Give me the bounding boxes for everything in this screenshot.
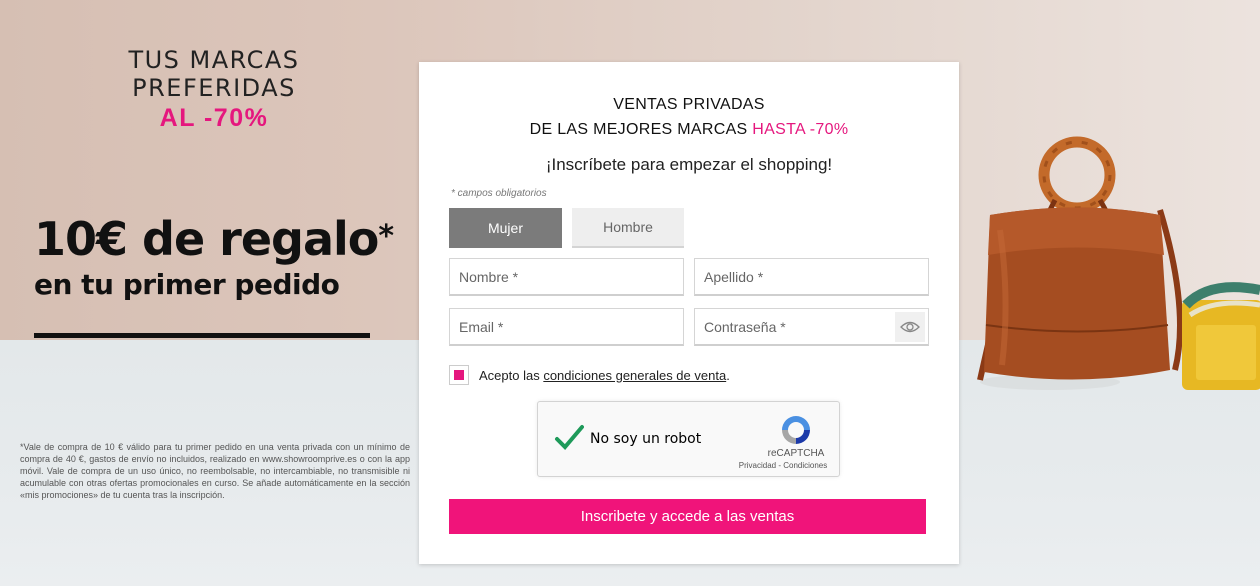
card-title-line1: VENTAS PRIVADAS bbox=[613, 96, 765, 113]
captcha-label: No soy un robot bbox=[590, 431, 702, 447]
card-title-highlight: HASTA -70% bbox=[752, 121, 849, 138]
terms-row: Acepto las condiciones generales de vent… bbox=[449, 365, 730, 385]
captcha-terms-link[interactable]: Condiciones bbox=[783, 461, 827, 470]
signup-card: VENTAS PRIVADAS DE LAS MEJORES MARCAS HA… bbox=[419, 62, 959, 564]
email-field bbox=[449, 308, 684, 346]
promo-header: TUS MARCAS PREFERIDAS AL -70% bbox=[44, 46, 384, 133]
terms-suffix: . bbox=[726, 367, 730, 383]
first-name-field bbox=[449, 258, 684, 296]
gift-amount-text: 10€ de regalo bbox=[34, 212, 379, 266]
recaptcha-widget: No soy un robot reCAPTCHA Privacidad - C… bbox=[537, 401, 840, 477]
gender-option-mujer[interactable]: Mujer bbox=[449, 208, 562, 248]
gift-subline: en tu primer pedido bbox=[34, 268, 340, 301]
first-name-input[interactable] bbox=[450, 259, 683, 294]
handbag-image bbox=[900, 136, 1260, 390]
legal-disclaimer: *Vale de compra de 10 € válido para tu p… bbox=[20, 442, 410, 500]
terms-prefix: Acepto las bbox=[479, 367, 540, 383]
checkmark-icon[interactable] bbox=[554, 424, 584, 452]
signup-submit-button[interactable]: Inscribete y accede a las ventas bbox=[449, 499, 926, 534]
password-input[interactable] bbox=[695, 309, 895, 344]
captcha-links: Privacidad - Condiciones bbox=[734, 461, 832, 470]
card-title-prefix: DE LAS MEJORES MARCAS bbox=[529, 121, 753, 138]
required-fields-note: * campos obligatorios bbox=[451, 188, 547, 199]
captcha-privacy-link[interactable]: Privacidad bbox=[739, 461, 776, 470]
terms-link[interactable]: condiciones generales de venta bbox=[543, 368, 726, 383]
show-password-button[interactable] bbox=[895, 312, 925, 342]
eye-icon bbox=[900, 321, 920, 333]
terms-checkbox[interactable] bbox=[449, 365, 469, 385]
recaptcha-icon bbox=[782, 416, 810, 444]
captcha-brand: reCAPTCHA bbox=[767, 448, 825, 459]
promo-discount: AL -70% bbox=[159, 104, 269, 132]
gift-headline: 10€ de regalo* bbox=[34, 212, 394, 266]
password-field bbox=[694, 308, 929, 346]
last-name-field bbox=[694, 258, 929, 296]
gender-option-hombre[interactable]: Hombre bbox=[572, 208, 684, 248]
card-title-line2: DE LAS MEJORES MARCAS HASTA -70% bbox=[419, 121, 959, 139]
gift-asterisk: * bbox=[378, 219, 394, 254]
last-name-input[interactable] bbox=[695, 259, 928, 294]
handbag-illustration bbox=[900, 120, 1260, 420]
promo-headline: TUS MARCAS PREFERIDAS bbox=[128, 46, 300, 102]
gift-offer: 10€ de regalo* en tu primer pedido bbox=[34, 212, 394, 302]
terms-checkbox-mark bbox=[454, 370, 464, 380]
gift-underline-divider bbox=[34, 333, 370, 338]
card-subtitle: ¡Inscríbete para empezar el shopping! bbox=[545, 155, 833, 174]
email-input[interactable] bbox=[450, 309, 683, 344]
